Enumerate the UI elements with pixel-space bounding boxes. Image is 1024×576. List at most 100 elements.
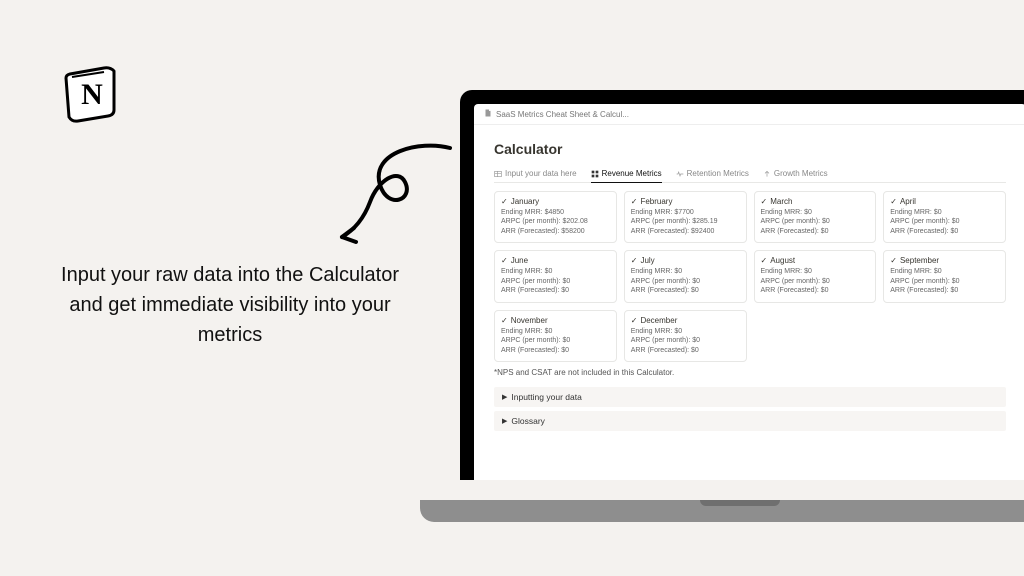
month-card[interactable]: ✓December Ending MRR: $0ARPC (per month):…	[624, 310, 747, 362]
laptop-bezel: SaaS Metrics Cheat Sheet & Calcul... Cal…	[460, 90, 1024, 480]
month-name: July	[640, 256, 654, 265]
metric-line: ARR (Forecasted): $0	[631, 286, 740, 295]
laptop-base	[420, 500, 1024, 522]
month-name: February	[640, 197, 672, 206]
metric-line: Ending MRR: $0	[631, 267, 740, 276]
month-name: March	[770, 197, 792, 206]
breadcrumb-title: SaaS Metrics Cheat Sheet & Calcul...	[496, 110, 629, 119]
metric-line: Ending MRR: $0	[501, 327, 610, 336]
metric-line: ARPC (per month): $0	[501, 277, 610, 286]
check-icon: ✓	[890, 197, 897, 206]
month-name: December	[640, 316, 677, 325]
metric-line: ARR (Forecasted): $0	[761, 227, 870, 236]
month-card[interactable]: ✓July Ending MRR: $0ARPC (per month): $0A…	[624, 250, 747, 302]
tab-revenue[interactable]: Revenue Metrics	[591, 165, 662, 183]
triangle-icon: ▶	[502, 393, 507, 401]
check-icon: ✓	[890, 256, 897, 265]
gallery-icon	[591, 170, 599, 178]
tab-input[interactable]: Input your data here	[494, 165, 577, 182]
month-title: ✓June	[501, 256, 610, 265]
month-card[interactable]: ✓August Ending MRR: $0ARPC (per month): $…	[754, 250, 877, 302]
table-icon	[494, 170, 502, 178]
notion-logo: N	[60, 60, 124, 124]
tab-growth[interactable]: Growth Metrics	[763, 165, 828, 182]
check-icon: ✓	[501, 197, 508, 206]
arrow-up-icon	[763, 170, 771, 178]
footnote: *NPS and CSAT are not included in this C…	[494, 368, 1006, 377]
breadcrumb[interactable]: SaaS Metrics Cheat Sheet & Calcul...	[474, 104, 1024, 125]
metric-line: ARR (Forecasted): $0	[501, 286, 610, 295]
metric-line: ARPC (per month): $0	[890, 217, 999, 226]
month-title: ✓January	[501, 197, 610, 206]
metric-line: ARR (Forecasted): $0	[890, 286, 999, 295]
page-title: Calculator	[494, 141, 1006, 157]
month-name: June	[511, 256, 528, 265]
toggle-glossary[interactable]: ▶ Glossary	[494, 411, 1006, 431]
metric-line: ARR (Forecasted): $0	[890, 227, 999, 236]
month-card[interactable]: ✓September Ending MRR: $0ARPC (per month)…	[883, 250, 1006, 302]
pulse-icon	[676, 170, 684, 178]
metric-line: Ending MRR: $0	[890, 267, 999, 276]
month-title: ✓July	[631, 256, 740, 265]
metric-line: Ending MRR: $4850	[501, 208, 610, 217]
month-card[interactable]: ✓June Ending MRR: $0ARPC (per month): $0A…	[494, 250, 617, 302]
laptop-screen: SaaS Metrics Cheat Sheet & Calcul... Cal…	[474, 104, 1024, 480]
metric-line: ARPC (per month): $0	[761, 277, 870, 286]
metric-line: ARPC (per month): $0	[890, 277, 999, 286]
metric-line: Ending MRR: $0	[890, 208, 999, 217]
tab-label: Growth Metrics	[774, 169, 828, 178]
toggle-label: Glossary	[511, 416, 545, 426]
metric-line: ARR (Forecasted): $58200	[501, 227, 610, 236]
metric-line: Ending MRR: $0	[761, 267, 870, 276]
doc-icon	[484, 109, 492, 119]
metric-line: Ending MRR: $0	[761, 208, 870, 217]
month-title: ✓August	[761, 256, 870, 265]
view-tabs: Input your data here Revenue Metrics Ret…	[494, 165, 1006, 183]
month-card-grid: ✓JanuaryEnding MRR: $4850ARPC (per month…	[494, 191, 1006, 362]
metric-line: Ending MRR: $0	[501, 267, 610, 276]
month-name: November	[511, 316, 548, 325]
metric-line: ARPC (per month): $0	[631, 277, 740, 286]
month-card[interactable]: ✓November Ending MRR: $0ARPC (per month):…	[494, 310, 617, 362]
laptop-mockup: SaaS Metrics Cheat Sheet & Calcul... Cal…	[420, 90, 1024, 510]
toggle-label: Inputting your data	[511, 392, 581, 402]
check-icon: ✓	[501, 256, 508, 265]
month-name: August	[770, 256, 795, 265]
check-icon: ✓	[761, 256, 768, 265]
month-title: ✓November	[501, 316, 610, 325]
metric-line: ARR (Forecasted): $0	[761, 286, 870, 295]
triangle-icon: ▶	[502, 417, 507, 425]
month-card[interactable]: ✓March Ending MRR: $0ARPC (per month): $0…	[754, 191, 877, 243]
month-title: ✓March	[761, 197, 870, 206]
metric-line: Ending MRR: $7700	[631, 208, 740, 217]
month-title: ✓September	[890, 256, 999, 265]
tab-retention[interactable]: Retention Metrics	[676, 165, 749, 182]
check-icon: ✓	[631, 316, 638, 325]
metric-line: ARR (Forecasted): $0	[631, 346, 740, 355]
month-card[interactable]: ✓January Ending MRR: $4850ARPC (per month…	[494, 191, 617, 243]
tab-label: Revenue Metrics	[602, 169, 662, 178]
month-name: September	[900, 256, 939, 265]
metric-line: Ending MRR: $0	[631, 327, 740, 336]
svg-text:N: N	[81, 78, 103, 111]
metric-line: ARR (Forecasted): $92400	[631, 227, 740, 236]
tab-label: Retention Metrics	[687, 169, 749, 178]
month-card[interactable]: ✓April Ending MRR: $0ARPC (per month): $0…	[883, 191, 1006, 243]
marketing-caption: Input your raw data into the Calculator …	[60, 260, 400, 350]
tab-label: Input your data here	[505, 169, 577, 178]
metric-line: ARPC (per month): $0	[501, 336, 610, 345]
month-title: ✓April	[890, 197, 999, 206]
check-icon: ✓	[501, 316, 508, 325]
metric-line: ARPC (per month): $0	[631, 336, 740, 345]
metric-line: ARR (Forecasted): $0	[501, 346, 610, 355]
metric-line: ARPC (per month): $202.08	[501, 217, 610, 226]
check-icon: ✓	[631, 197, 638, 206]
month-title: ✓February	[631, 197, 740, 206]
metric-line: ARPC (per month): $285.19	[631, 217, 740, 226]
toggle-inputting[interactable]: ▶ Inputting your data	[494, 387, 1006, 407]
metric-line: ARPC (per month): $0	[761, 217, 870, 226]
month-name: April	[900, 197, 916, 206]
month-card[interactable]: ✓February Ending MRR: $7700ARPC (per mont…	[624, 191, 747, 243]
check-icon: ✓	[761, 197, 768, 206]
check-icon: ✓	[631, 256, 638, 265]
